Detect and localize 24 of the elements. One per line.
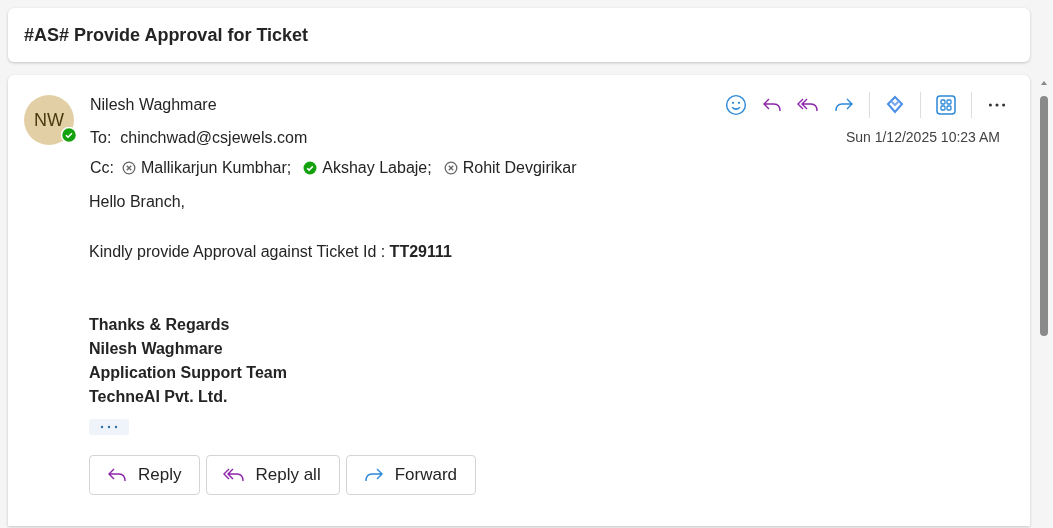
cc-label: Cc: xyxy=(90,159,114,177)
cc-recipient[interactable]: Rohit Devgirikar xyxy=(462,159,577,177)
sent-date: Sun 1/12/2025 10:23 AM xyxy=(845,129,1000,147)
avatar-initials: NW xyxy=(34,109,64,131)
email-subject: #AS# Provide Approval for Ticket xyxy=(24,24,309,46)
reply-button[interactable]: Reply xyxy=(89,455,201,495)
apps-icon[interactable] xyxy=(935,94,957,116)
greeting-text: Hello Branch, xyxy=(89,193,187,211)
signature-line: TechneAI Pvt. Ltd. xyxy=(89,387,228,407)
signature-line: Nilesh Waghmare xyxy=(89,339,223,359)
scroll-thumb[interactable] xyxy=(1040,96,1048,336)
avatar[interactable]: NW xyxy=(24,95,74,145)
to-recipient[interactable]: To: chinchwad@csjewels.com xyxy=(90,129,308,147)
body-text: Kindly provide Approval against Ticket Id : TT29111 xyxy=(89,243,453,261)
reply-all-button[interactable]: Reply all xyxy=(206,455,340,495)
signature-line: Thanks & Regards xyxy=(89,315,230,335)
scroll-up-icon[interactable] xyxy=(1040,80,1048,86)
forward-button[interactable]: Forward xyxy=(345,455,477,495)
signature-line: Application Support Team xyxy=(89,363,287,383)
cc-recipient[interactable]: Akshay Labaje; xyxy=(322,159,432,177)
cc-recipient[interactable]: Mallikarjun Kumbhar; xyxy=(141,159,292,177)
emoji-icon[interactable] xyxy=(725,94,747,116)
sender-name[interactable]: Nilesh Waghmare xyxy=(90,96,217,114)
loop-icon[interactable] xyxy=(884,94,906,116)
